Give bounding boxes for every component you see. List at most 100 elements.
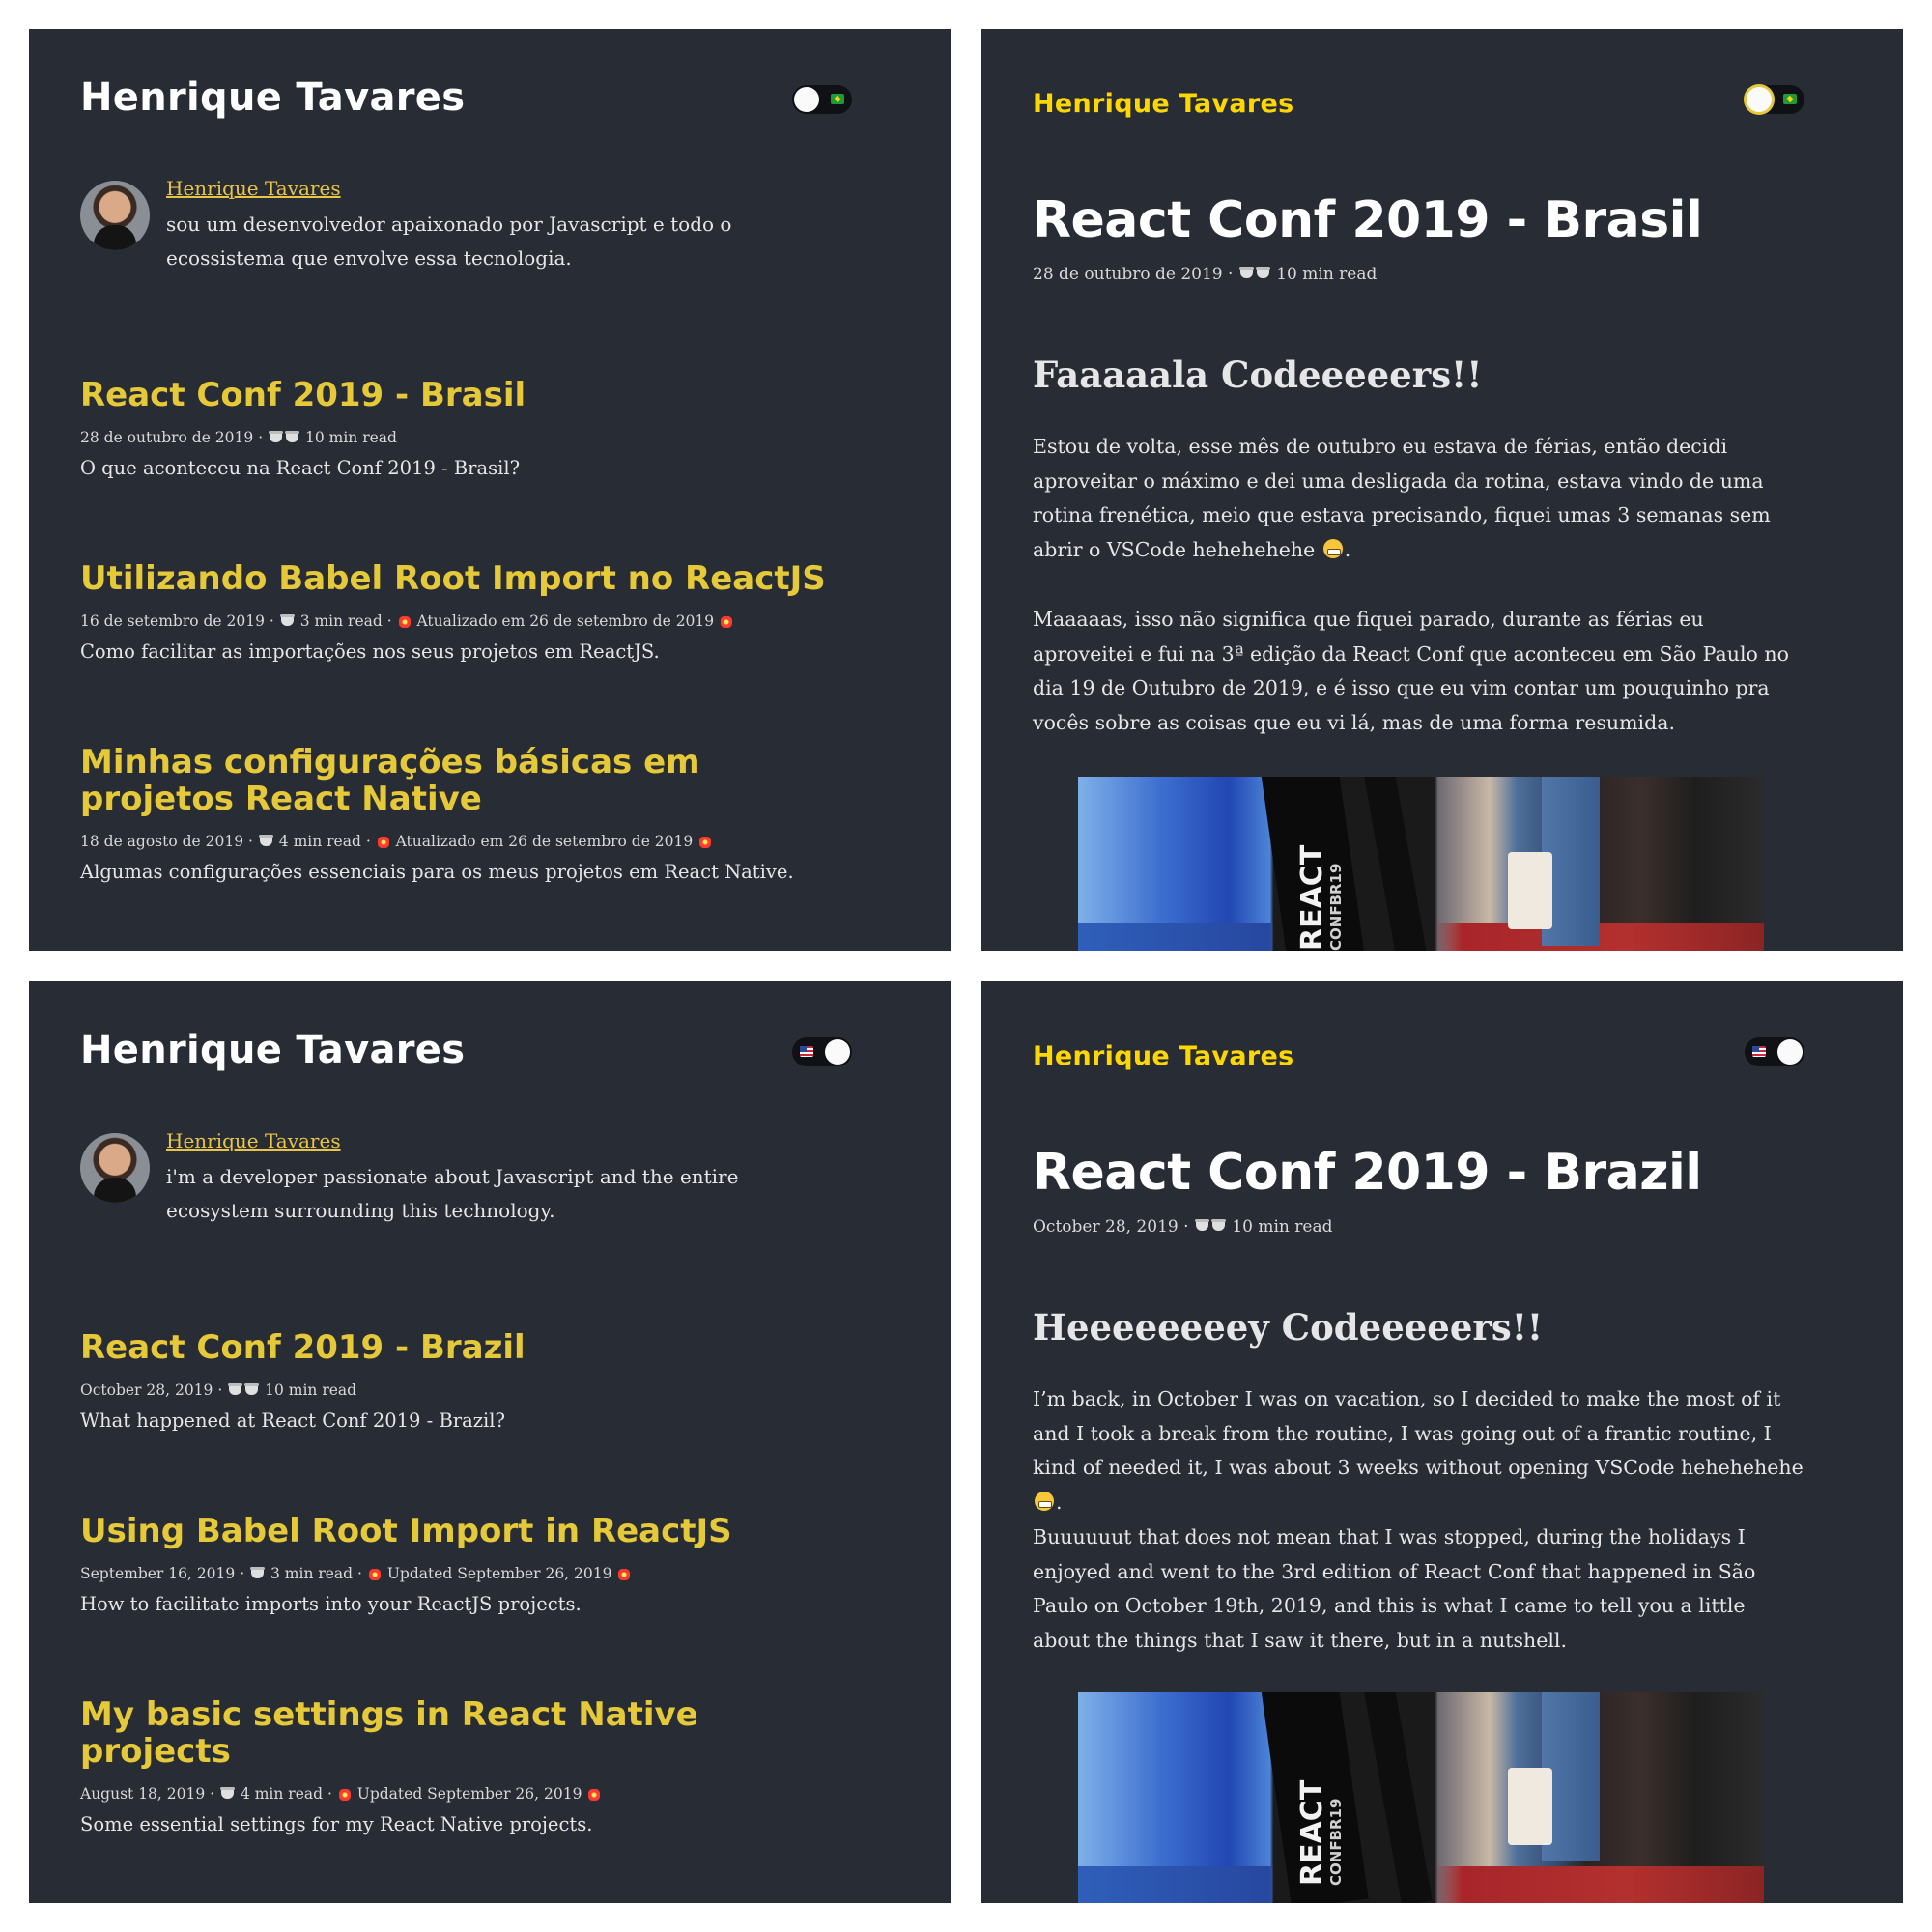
language-toggle[interactable] — [1745, 1037, 1804, 1066]
lanyard-subtext: CONFBR19 — [1327, 863, 1345, 951]
article-title: React Conf 2019 - Brasil — [1033, 191, 1703, 249]
post-updated: Updated September 26, 2019 — [386, 1565, 612, 1582]
bio-author-link[interactable]: Henrique Tavares — [166, 1129, 341, 1152]
post-excerpt: O que aconteceu na React Conf 2019 - Bra… — [80, 457, 521, 479]
post-meta: August 18, 2019 · 4 min read · Updated S… — [80, 1783, 737, 1804]
lanyard-strap — [1363, 1692, 1433, 1903]
bio-text: sou um desenvolvedor apaixonado por Java… — [166, 213, 732, 270]
post-meta: October 28, 2019 · 10 min read — [80, 1381, 357, 1399]
post-date: October 28, 2019 — [80, 1381, 213, 1399]
post-meta: 16 de setembro de 2019 · 3 min read · At… — [80, 611, 911, 632]
article-paragraph: I’m back, in October I was on vacation, … — [1033, 1387, 1804, 1514]
post-excerpt: Como facilitar as importações nos seus p… — [80, 640, 660, 663]
collision-icon — [618, 1569, 631, 1580]
coffee-icon — [258, 834, 273, 846]
post-meta: 28 de outubro de 2019 · 10 min read — [80, 429, 397, 446]
coffee-icon — [285, 430, 300, 442]
usa-flag-icon — [1752, 1046, 1766, 1057]
language-toggle[interactable] — [792, 1037, 852, 1066]
language-toggle[interactable] — [1745, 85, 1804, 114]
post-excerpt: What happened at React Conf 2019 - Brazi… — [80, 1409, 505, 1432]
post-date: 16 de setembro de 2019 — [80, 612, 265, 630]
post-read-time: 10 min read — [265, 1381, 357, 1399]
site-title[interactable]: Henrique Tavares — [1033, 89, 1293, 119]
post-item: Minhas configurações básicas em projetos… — [80, 744, 794, 887]
collision-icon — [398, 616, 411, 628]
collision-icon — [699, 837, 712, 848]
lanyard-strap — [1363, 777, 1433, 951]
post-read-time: 3 min read — [270, 1565, 354, 1582]
coffee-icon — [1210, 1219, 1226, 1231]
article-heading: Faaaaala Codeeeeers!! — [1033, 354, 1483, 396]
coffee-icon — [220, 1786, 235, 1799]
post-read-time: 4 min read — [240, 1785, 324, 1803]
paragraph-text: I’m back, in October I was on vacation, … — [1033, 1387, 1804, 1479]
coffee-icon — [1238, 267, 1254, 278]
grimacing-face-icon — [1322, 539, 1343, 558]
post-title-link[interactable]: Minhas configurações básicas em projetos… — [80, 744, 756, 817]
collision-icon — [368, 1569, 381, 1580]
bio-text: i'm a developer passionate about Javascr… — [166, 1165, 739, 1222]
article-date: October 28, 2019 — [1033, 1217, 1179, 1236]
post-title-link[interactable]: React Conf 2019 - Brasil — [80, 377, 911, 413]
article-paragraph: Maaaaas, isso não significa que fiquei p… — [1033, 608, 1789, 734]
avatar — [80, 1133, 150, 1203]
home-panel-en: Henrique Tavares Henrique Tavares i'm a … — [29, 981, 951, 1903]
post-date: 18 de agosto de 2019 — [80, 833, 244, 850]
site-title[interactable]: Henrique Tavares — [1033, 1041, 1293, 1071]
post-title-link[interactable]: Utilizando Babel Root Import no ReactJS — [80, 560, 911, 597]
article-panel-pt: Henrique Tavares React Conf 2019 - Brasi… — [981, 29, 1903, 951]
paragraph-text: Estou de volta, esse mês de outubro eu e… — [1033, 435, 1771, 561]
grimacing-face-icon — [1035, 1492, 1054, 1511]
lanyard-subtext: CONFBR19 — [1327, 1798, 1345, 1886]
collision-icon — [588, 1789, 601, 1801]
article-panel-en: Henrique Tavares React Conf 2019 - Brazi… — [981, 981, 1903, 1903]
home-panel-pt: Henrique Tavares Henrique Tavares sou um… — [29, 29, 951, 951]
brazil-flag-icon — [1783, 94, 1797, 104]
post-excerpt: How to facilitate imports into your Reac… — [80, 1593, 582, 1615]
shopping-bag — [1508, 852, 1552, 929]
article-title: React Conf 2019 - Brazil — [1033, 1144, 1702, 1202]
post-date: September 16, 2019 — [80, 1565, 236, 1582]
collision-icon — [338, 1789, 351, 1801]
article-read-time: 10 min read — [1232, 1217, 1333, 1236]
collision-icon — [377, 837, 389, 848]
usa-flag-icon — [800, 1046, 813, 1057]
avatar — [80, 181, 150, 250]
post-item: My basic settings in React Native projec… — [80, 1696, 737, 1839]
post-updated: Atualizado em 26 de setembro de 2019 — [416, 612, 715, 630]
conference-photo: REACT CONFBR19 — [1078, 777, 1764, 951]
conference-photo: REACT CONFBR19 — [1078, 1692, 1764, 1903]
toggle-knob — [1777, 1039, 1803, 1065]
post-title-link[interactable]: Using Babel Root Import in ReactJS — [80, 1513, 911, 1549]
post-read-time: 4 min read — [278, 833, 361, 850]
post-date: 28 de outubro de 2019 — [80, 429, 254, 446]
site-title[interactable]: Henrique Tavares — [80, 1028, 465, 1072]
article-paragraph: Estou de volta, esse mês de outubro eu e… — [1033, 435, 1771, 561]
article-paragraph: Buuuuuut that does not mean that I was s… — [1033, 1525, 1756, 1652]
coffee-icon — [269, 430, 284, 442]
lanyard-text: REACT — [1295, 844, 1329, 951]
post-excerpt: Algumas configurações essenciais para os… — [80, 861, 794, 883]
post-read-time: 10 min read — [304, 429, 397, 446]
coffee-icon — [279, 613, 295, 626]
toggle-knob — [1747, 87, 1772, 112]
post-updated: Updated September 26, 2019 — [356, 1785, 582, 1803]
bio-author-link[interactable]: Henrique Tavares — [166, 177, 341, 200]
language-toggle[interactable] — [792, 85, 852, 114]
post-meta: 18 de agosto de 2019 · 4 min read · Atua… — [80, 831, 756, 852]
brazil-flag-icon — [831, 94, 844, 104]
article-meta: October 28, 2019 · 10 min read — [1033, 1217, 1333, 1236]
article-meta: 28 de outubro de 2019 · 10 min read — [1033, 265, 1378, 284]
post-item: React Conf 2019 - Brazil October 28, 201… — [80, 1329, 911, 1435]
lanyard-text: REACT — [1295, 1779, 1329, 1886]
post-title-link[interactable]: React Conf 2019 - Brazil — [80, 1329, 911, 1366]
post-updated: Atualizado em 26 de setembro de 2019 — [395, 833, 694, 850]
shopping-bag — [1508, 1768, 1552, 1845]
toggle-knob — [825, 1039, 850, 1065]
coffee-icon — [1255, 267, 1270, 278]
coffee-icon — [250, 1566, 266, 1578]
post-title-link[interactable]: My basic settings in React Native projec… — [80, 1696, 737, 1770]
post-read-time: 3 min read — [299, 612, 383, 630]
site-title[interactable]: Henrique Tavares — [80, 75, 465, 120]
